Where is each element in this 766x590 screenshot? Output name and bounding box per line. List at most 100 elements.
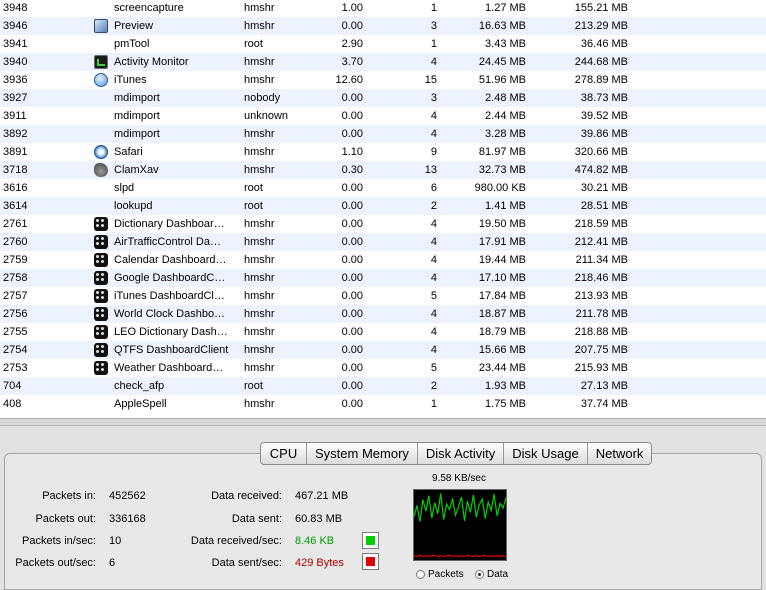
process-virtual-memory: 36.46 MB [580, 38, 628, 50]
process-real-memory: 19.44 MB [478, 254, 526, 266]
process-user: root [244, 182, 263, 194]
process-cpu: 0.00 [341, 308, 363, 320]
process-name: Google DashboardC… [114, 272, 226, 284]
process-row[interactable]: 3614 lookupd root 0.00 2 1.41 MB 28.51 MB [0, 197, 766, 215]
process-threads: 15 [424, 74, 437, 86]
process-row[interactable]: 704 check_afp root 0.00 2 1.93 MB 27.13 MB [0, 377, 766, 395]
process-threads: 1 [430, 38, 437, 50]
process-cpu: 12.60 [335, 74, 363, 86]
activity-monitor-icon [94, 55, 108, 69]
tab-disk-usage[interactable]: Disk Usage [504, 443, 588, 464]
process-user: hmshr [244, 146, 275, 158]
data-sent-label: Data sent: [231, 513, 282, 525]
process-row[interactable]: 2755 LEO Dictionary Dash… hmshr 0.00 4 18.79 … [0, 323, 766, 341]
radio-data-option[interactable]: Data [475, 569, 508, 580]
process-virtual-memory: 39.52 MB [580, 110, 628, 122]
process-pid: 2753 [3, 362, 28, 374]
process-user: hmshr [244, 164, 275, 176]
process-row[interactable]: 3892 mdimport hmshr 0.00 4 3.28 MB 39.86 MB [0, 125, 766, 143]
process-row[interactable]: 2757 iTunes DashboardCl… hmshr 0.00 5 17.84 M… [0, 287, 766, 305]
radio-packets-option[interactable]: Packets [416, 569, 464, 580]
sent-color-well[interactable] [362, 553, 379, 570]
process-user: hmshr [244, 74, 275, 86]
process-name: mdimport [114, 110, 160, 122]
split-view-divider[interactable] [0, 418, 766, 426]
process-row[interactable]: 3891 Safari hmshr 1.10 9 81.97 MB 320.66 MB [0, 143, 766, 161]
radio-data[interactable] [475, 570, 484, 579]
process-row[interactable]: 3718 ClamXav hmshr 0.30 13 32.73 MB 474.82 MB [0, 161, 766, 179]
process-row[interactable]: 3927 mdimport nobody 0.00 3 2.48 MB 38.73 MB [0, 89, 766, 107]
process-real-memory: 1.93 MB [485, 380, 526, 392]
process-user: hmshr [244, 2, 275, 14]
process-name: QTFS DashboardClient [114, 344, 229, 356]
network-graph [413, 489, 507, 561]
process-table[interactable]: 3948 screencapture hmshr 1.00 1 1.27 MB 155.21… [0, 0, 766, 418]
process-user: hmshr [244, 218, 275, 230]
sent-color-chip [366, 557, 375, 566]
process-real-memory: 15.66 MB [478, 344, 526, 356]
process-row[interactable]: 3941 pmTool root 2.90 1 3.43 MB 36.46 MB [0, 35, 766, 53]
tab-cpu[interactable]: CPU [261, 443, 307, 464]
preview-icon [94, 19, 108, 33]
process-virtual-memory: 30.21 MB [580, 182, 628, 194]
process-real-memory: 2.44 MB [485, 110, 526, 122]
process-threads: 4 [430, 236, 437, 248]
process-row[interactable]: 2756 World Clock Dashbo… hmshr 0.00 4 18.87 M… [0, 305, 766, 323]
process-virtual-memory: 212.41 MB [574, 236, 628, 248]
process-virtual-memory: 320.66 MB [574, 146, 628, 158]
process-row[interactable]: 2760 AirTrafficControl Da… hmshr 0.00 4 17.91… [0, 233, 766, 251]
received-color-well[interactable] [362, 532, 379, 549]
process-cpu: 0.30 [341, 164, 363, 176]
process-threads: 3 [430, 92, 437, 104]
process-user: hmshr [244, 290, 275, 302]
process-virtual-memory: 207.75 MB [574, 344, 628, 356]
data-received-sec-label: Data received/sec: [190, 535, 282, 547]
process-cpu: 0.00 [341, 272, 363, 284]
packets-out-value: 336168 [109, 513, 146, 525]
dashboard-icon [94, 217, 108, 231]
process-real-memory: 3.43 MB [485, 38, 526, 50]
received-series-line [414, 493, 506, 522]
dashboard-icon [94, 361, 108, 375]
process-threads: 4 [430, 56, 437, 68]
radio-packets[interactable] [416, 570, 425, 579]
process-threads: 2 [430, 380, 437, 392]
process-virtual-memory: 244.68 MB [574, 56, 628, 68]
process-virtual-memory: 218.59 MB [574, 218, 628, 230]
process-row[interactable]: 2753 Weather Dashboard… hmshr 0.00 5 23.44 MB… [0, 359, 766, 377]
process-virtual-memory: 211.78 MB [575, 308, 628, 320]
packets-in-sec-value: 10 [109, 535, 122, 547]
process-row[interactable]: 3911 mdimport unknown 0.00 4 2.44 MB 39.52 MB [0, 107, 766, 125]
tab-network[interactable]: Network [588, 443, 652, 464]
process-row[interactable]: 2761 Dictionary Dashboar… hmshr 0.00 4 19.50 … [0, 215, 766, 233]
process-threads: 13 [424, 164, 437, 176]
process-row[interactable]: 2754 QTFS DashboardClient hmshr 0.00 4 15.66 … [0, 341, 766, 359]
process-real-memory: 1.75 MB [485, 398, 526, 410]
process-row[interactable]: 3616 slpd root 0.00 6 980.00 KB 30.21 MB [0, 179, 766, 197]
process-virtual-memory: 215.93 MB [574, 362, 628, 374]
data-sent-sec-value: 429 Bytes [295, 557, 344, 569]
process-threads: 4 [430, 254, 437, 266]
process-pid: 3891 [3, 146, 28, 158]
process-user: hmshr [244, 308, 275, 320]
process-row[interactable]: 3946 Preview hmshr 0.00 3 16.63 MB 213.29 MB [0, 17, 766, 35]
process-threads: 4 [430, 344, 437, 356]
tab-system-memory[interactable]: System Memory [307, 443, 418, 464]
process-name: Preview [114, 20, 154, 32]
process-virtual-memory: 211.34 MB [575, 254, 628, 266]
process-real-memory: 18.79 MB [478, 326, 526, 338]
process-pid: 3948 [3, 2, 28, 14]
tab-disk-activity[interactable]: Disk Activity [418, 443, 505, 464]
process-threads: 4 [430, 128, 437, 140]
process-row[interactable]: 3940 Activity Monitor hmshr 3.70 4 24.45 MB 24… [0, 53, 766, 71]
process-pid: 3941 [3, 38, 28, 50]
process-row[interactable]: 408 AppleSpell hmshr 0.00 1 1.75 MB 37.74 MB [0, 395, 766, 413]
process-row[interactable]: 2759 Calendar Dashboard… hmshr 0.00 4 19.44 M… [0, 251, 766, 269]
process-real-memory: 32.73 MB [478, 164, 526, 176]
process-row[interactable]: 3936 iTunes hmshr 12.60 15 51.96 MB 278.89 MB [0, 71, 766, 89]
process-cpu: 0.00 [341, 128, 363, 140]
process-row[interactable]: 3948 screencapture hmshr 1.00 1 1.27 MB 155.21… [0, 0, 766, 17]
dashboard-icon [94, 253, 108, 267]
process-threads: 4 [430, 110, 437, 122]
process-row[interactable]: 2758 Google DashboardC… hmshr 0.00 4 17.10 MB… [0, 269, 766, 287]
